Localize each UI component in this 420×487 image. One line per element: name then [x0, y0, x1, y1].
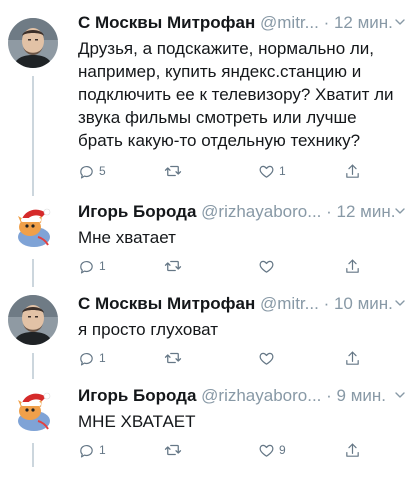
reply-button[interactable]: 1 — [78, 442, 106, 459]
timestamp[interactable]: · 12 мин. — [326, 202, 395, 221]
share-button[interactable] — [344, 442, 361, 459]
heart-icon — [258, 442, 275, 459]
tweet-text-line: например, купить яндекс.станцию и — [78, 62, 362, 81]
tweet-actions: 1 — [78, 257, 378, 275]
tweet-header: Игорь Борода @rizhayaboro... · 9 мин. — [78, 385, 406, 407]
reply-icon — [78, 442, 95, 459]
tweet-header: С Москвы Митрофан @mitr... · 12 мин. — [78, 12, 406, 34]
tweet[interactable]: С Москвы Митрофан @mitr... · 12 мин. Дру… — [0, 12, 420, 196]
tweet-text-line: МНЕ ХВАТАЕТ — [78, 412, 196, 431]
thread-line — [32, 353, 34, 379]
tweet-actions: 1 — [78, 349, 378, 367]
tweet[interactable]: Игорь Борода @rizhayaboro... · 12 мин. М… — [0, 201, 420, 287]
reply-count: 1 — [99, 443, 106, 457]
retweet-button[interactable] — [164, 257, 186, 275]
reply-icon — [78, 258, 95, 275]
reply-count: 5 — [99, 164, 106, 178]
display-name[interactable]: Игорь Борода — [78, 386, 196, 405]
tweet-text-line: подключить ее к телевизору? Хватит ли — [78, 85, 394, 104]
tweet[interactable]: С Москвы Митрофан @mitr... · 10 мин. я п… — [0, 293, 420, 379]
username[interactable]: @rizhayaboro... — [201, 386, 321, 405]
timestamp[interactable]: · 9 мин. — [326, 386, 386, 405]
share-button[interactable] — [344, 350, 361, 367]
tweet-text-line: Мне хватает — [78, 228, 176, 247]
avatar[interactable] — [8, 385, 58, 435]
tweet-text: я просто глуховат — [78, 318, 408, 341]
tweet-text: МНЕ ХВАТАЕТ — [78, 410, 408, 433]
display-name[interactable]: С Москвы Митрофан — [78, 294, 255, 313]
chevron-down-icon[interactable] — [394, 16, 406, 28]
reply-button[interactable]: 1 — [78, 350, 106, 367]
tweet-header: С Москвы Митрофан @mitr... · 10 мин. — [78, 293, 406, 315]
retweet-button[interactable] — [164, 441, 186, 459]
tweet-header: Игорь Борода @rizhayaboro... · 12 мин. — [78, 201, 406, 223]
reply-button[interactable]: 1 — [78, 258, 106, 275]
retweet-button[interactable] — [164, 162, 186, 180]
tweet-text-line: звука фильмы смотреть или лучше — [78, 108, 357, 127]
chevron-down-icon[interactable] — [394, 389, 406, 401]
like-count: 9 — [279, 443, 286, 457]
tweet-text-line: Друзья, а подскажите, нормально ли, — [78, 39, 375, 58]
tweet-text-line: брать какую-то отдельную технику? — [78, 131, 361, 150]
retweet-icon — [164, 162, 182, 180]
reply-count: 1 — [99, 351, 106, 365]
share-icon — [344, 442, 361, 459]
reply-icon — [78, 163, 95, 180]
retweet-button[interactable] — [164, 349, 186, 367]
retweet-icon — [164, 441, 182, 459]
avatar[interactable] — [8, 295, 58, 345]
tweet-text: Друзья, а подскажите, нормально ли, напр… — [78, 37, 408, 152]
reply-button[interactable]: 5 — [78, 163, 106, 180]
share-button[interactable] — [344, 163, 361, 180]
thread-line — [32, 76, 34, 196]
username[interactable]: @rizhayaboro... — [201, 202, 321, 221]
chevron-down-icon[interactable] — [394, 205, 406, 217]
timestamp[interactable]: · 10 мин. — [324, 294, 393, 313]
reply-count: 1 — [99, 259, 106, 273]
tweet-actions: 5 1 — [78, 162, 378, 180]
retweet-icon — [164, 257, 182, 275]
like-count: 1 — [279, 164, 286, 178]
share-icon — [344, 258, 361, 275]
like-button[interactable] — [258, 258, 279, 275]
share-icon — [344, 350, 361, 367]
tweet[interactable]: Игорь Борода @rizhayaboro... · 9 мин. МН… — [0, 385, 420, 485]
heart-icon — [258, 163, 275, 180]
avatar[interactable] — [8, 18, 58, 68]
reply-icon — [78, 350, 95, 367]
username[interactable]: @mitr... — [260, 13, 319, 32]
tweet-text-line: я просто глуховат — [78, 320, 219, 339]
username[interactable]: @mitr... — [260, 294, 319, 313]
heart-icon — [258, 258, 275, 275]
share-icon — [344, 163, 361, 180]
heart-icon — [258, 350, 275, 367]
like-button[interactable]: 1 — [258, 163, 286, 180]
thread-line — [32, 259, 34, 287]
tweet-text: Мне хватает — [78, 226, 408, 249]
chevron-down-icon[interactable] — [394, 297, 406, 309]
timestamp[interactable]: · 12 мин. — [324, 13, 393, 32]
retweet-icon — [164, 349, 182, 367]
avatar[interactable] — [8, 201, 58, 251]
like-button[interactable]: 9 — [258, 442, 286, 459]
display-name[interactable]: Игорь Борода — [78, 202, 196, 221]
tweet-actions: 1 9 — [78, 441, 378, 459]
thread-line — [32, 443, 34, 467]
display-name[interactable]: С Москвы Митрофан — [78, 13, 255, 32]
share-button[interactable] — [344, 258, 361, 275]
like-button[interactable] — [258, 350, 279, 367]
